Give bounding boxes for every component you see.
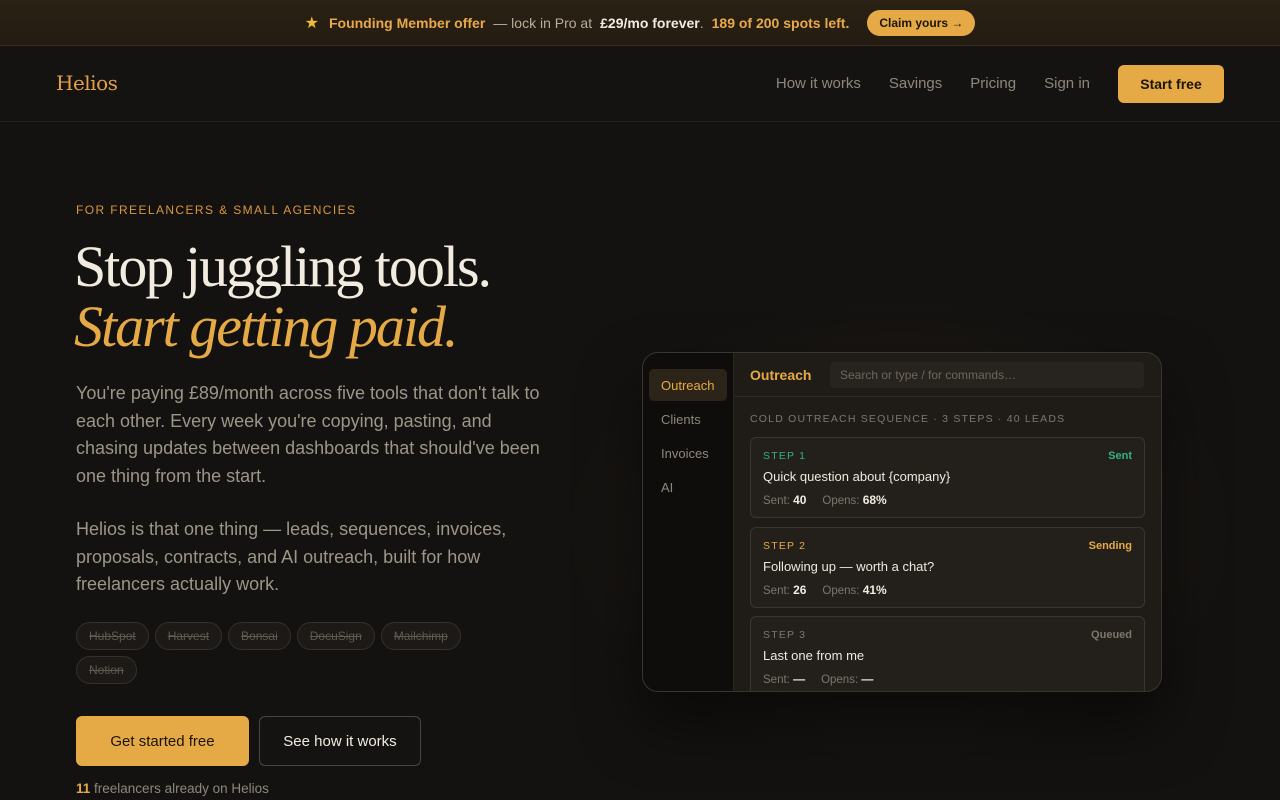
nav-links: How it works Savings Pricing Sign in [776,75,1090,92]
app-preview: Outreach Clients Invoices AI Outreach CO… [642,352,1162,692]
app-sidebar: Outreach Clients Invoices AI [643,353,734,691]
command-search-input[interactable] [830,362,1144,388]
hero-paragraph-1: You're paying £89/month across five tool… [76,383,540,486]
sidebar-item-ai[interactable]: AI [649,471,727,503]
step-label: STEP 1 [763,450,807,462]
top-nav: Helios How it works Savings Pricing Sign… [0,47,1280,122]
nav-link-sign-in[interactable]: Sign in [1044,75,1090,92]
offer-period: . [699,14,704,31]
hero-headline: Stop juggling tools. [74,234,492,299]
replaced-tools-list: HubSpot Harvest Bonsai DocuSign Mailchim… [76,622,496,684]
sequence-step-2[interactable]: STEP 2 Sending Following up — worth a ch… [750,527,1145,608]
sequence-step-1[interactable]: STEP 1 Sent Quick question about {compan… [750,437,1145,518]
tool-chip-docusign: DocuSign [296,622,375,650]
nav-link-savings[interactable]: Savings [889,75,942,92]
step-subject: Quick question about {company} [763,469,951,484]
sent-value: 40 [793,493,807,507]
opens-value: — [861,672,874,686]
step-stats: Sent: — Opens: — [763,672,873,686]
get-started-button[interactable]: Get started free [76,716,249,766]
offer-price: £29/mo forever [600,14,700,31]
sent-value: — [793,672,806,686]
opens-value: 41% [862,583,887,597]
sequence-step-3[interactable]: STEP 3 Queued Last one from me Sent: — Op… [750,616,1145,691]
star-icon: ★ [304,14,319,32]
sidebar-item-outreach[interactable]: Outreach [649,369,727,401]
offer-label: Founding Member offer [328,14,486,31]
claim-button[interactable]: Claim yours → [867,9,976,36]
sidebar-item-invoices[interactable]: Invoices [649,437,727,469]
hero-paragraph-2: Helios is that one thing — leads, sequen… [76,519,507,594]
step-subject: Last one from me [763,648,865,663]
opens-label: Opens: [822,585,860,597]
sent-label: Sent: [763,674,790,686]
step-label: STEP 2 [763,540,807,552]
hero-headline-accent: Start getting paid. [74,294,458,359]
tool-chip-notion: Notion [76,656,137,684]
sequence-heading: COLD OUTREACH SEQUENCE · 3 STEPS · 40 LE… [750,413,1066,425]
step-stats: Sent: 40 Opens: 68% [763,493,887,507]
sent-value: 26 [793,583,807,597]
spots-left: 189 of 200 spots left. [711,14,850,31]
opens-label: Opens: [822,495,860,507]
step-status: Sent [1108,450,1132,462]
step-subject: Following up — worth a chat? [763,559,935,574]
step-status: Queued [1091,629,1132,641]
opens-label: Opens: [821,674,859,686]
step-stats: Sent: 26 Opens: 41% [763,583,887,597]
freelancer-count: 11 [76,781,91,796]
sent-label: Sent: [763,495,790,507]
tool-chip-hubspot: HubSpot [76,622,149,650]
announcement-bar: ★ Founding Member offer — lock in Pro at… [0,0,1280,46]
tool-chip-harvest: Harvest [154,622,223,650]
tool-chip-mailchimp: Mailchimp [380,622,461,650]
step-status: Sending [1088,540,1132,552]
see-how-it-works-button[interactable]: See how it works [259,716,421,766]
tool-chip-bonsai: Bonsai [228,622,291,650]
opens-value: 68% [862,493,887,507]
start-free-button[interactable]: Start free [1118,65,1224,103]
sidebar-item-clients[interactable]: Clients [649,403,727,435]
social-proof-text: freelancers already on Helios [90,781,269,796]
social-proof: 11 freelancers already on Helios [76,781,269,796]
nav-link-how-it-works[interactable]: How it works [776,75,861,92]
offer-text: — lock in Pro at [493,14,593,31]
app-title: Outreach [750,367,812,383]
sent-label: Sent: [763,585,790,597]
hero-eyebrow: FOR FREELANCERS & SMALL AGENCIES [76,203,357,217]
nav-link-pricing[interactable]: Pricing [970,75,1016,92]
step-label: STEP 3 [763,629,807,641]
app-header: Outreach [734,353,1161,397]
logo[interactable]: Helios [56,71,118,95]
